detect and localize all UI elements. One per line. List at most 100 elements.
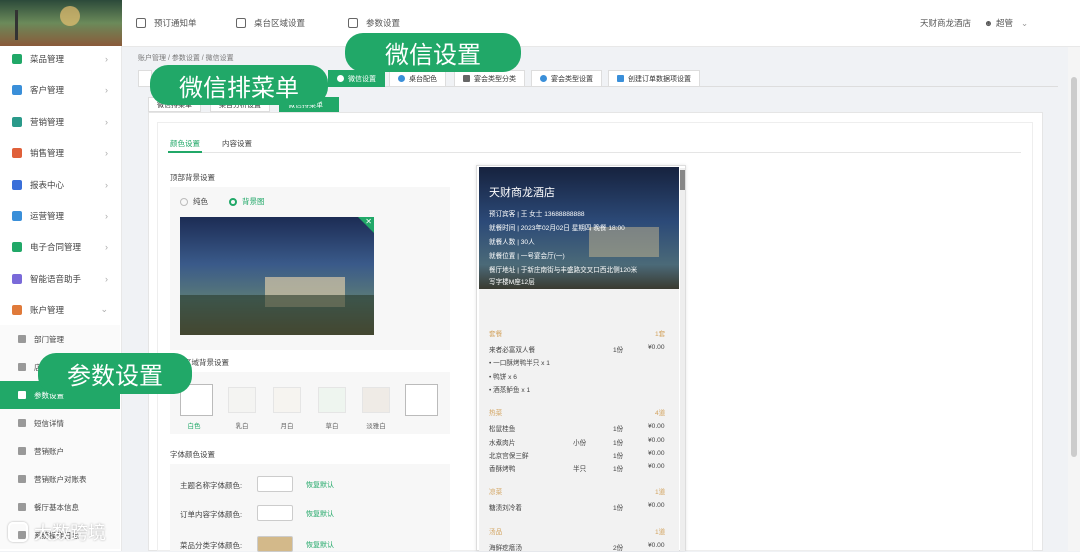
preview-dish-qty: 1份 bbox=[613, 505, 624, 513]
sidebar-subitem[interactable]: 餐厅基本信息 bbox=[0, 493, 120, 521]
subitem-icon bbox=[18, 391, 26, 399]
sidebar-item-label: 菜品管理 bbox=[30, 53, 65, 64]
reset-default-link[interactable]: 恢复默认 bbox=[306, 509, 334, 519]
sidebar-item[interactable]: 运营管理 › bbox=[0, 200, 120, 231]
tab-content-settings[interactable]: 内容设置 bbox=[222, 138, 252, 149]
sidebar-item[interactable]: 智能语音助手 › bbox=[0, 263, 120, 294]
swatch-label: 月白 bbox=[280, 423, 294, 430]
sidebar-item[interactable]: 报表中心 › bbox=[0, 169, 120, 200]
nav-label: 预订通知单 bbox=[154, 18, 197, 28]
tab-wechat-settings[interactable]: 微信设置 bbox=[328, 70, 385, 87]
page-scrollbar[interactable] bbox=[1068, 47, 1080, 551]
color-swatch[interactable] bbox=[318, 387, 346, 413]
preview-dish-price: ¥0.00 bbox=[648, 436, 665, 444]
preview-dish-name: 来者必富双人餐 bbox=[489, 347, 536, 354]
menu-icon bbox=[12, 116, 22, 127]
subitem-icon bbox=[18, 475, 26, 483]
user-menu[interactable]: ☻ 超管 ⌄ bbox=[984, 17, 1028, 29]
subitem-icon bbox=[18, 419, 26, 427]
sidebar-item-label: 销售管理 bbox=[30, 147, 65, 158]
sidebar-item[interactable]: 菜品管理 › bbox=[0, 43, 120, 74]
preview-info-line: 就餐人数 | 30人 bbox=[489, 239, 535, 246]
color-swatch[interactable] bbox=[273, 387, 301, 413]
nav-param-settings[interactable]: 参数设置 bbox=[348, 17, 400, 29]
radio-solid[interactable]: 纯色 bbox=[180, 196, 208, 207]
menu-icon bbox=[12, 273, 22, 284]
top-bg-label: 顶部背景设置 bbox=[170, 173, 215, 182]
tab-color-settings[interactable]: 颜色设置 bbox=[170, 138, 200, 149]
reset-default-link[interactable]: 恢复默认 bbox=[306, 540, 334, 550]
sidebar-subitem-label: 营销账户对账表 bbox=[34, 474, 87, 484]
tab-divider bbox=[168, 152, 1021, 153]
color-swatch[interactable] bbox=[405, 384, 438, 416]
breadcrumb: 账户管理 / 参数设置 / 微信设置 bbox=[138, 55, 234, 62]
color-picker-input[interactable] bbox=[257, 505, 293, 521]
bell-icon bbox=[136, 18, 146, 28]
preview-dish-qty: 1份 bbox=[613, 426, 624, 434]
chevron-right-icon: › bbox=[105, 116, 108, 127]
preview-info-line: 就餐位置 | 一号宴会厅(一) bbox=[489, 253, 565, 260]
tab-label: 宴会类型设置 bbox=[551, 75, 593, 83]
sidebar-subitem[interactable]: 部门管理 bbox=[0, 325, 120, 353]
tab-banquet-type[interactable]: 宴会类型设置 bbox=[531, 70, 602, 87]
radio-label: 纯色 bbox=[193, 197, 208, 206]
tab-label: 创建订单数据项设置 bbox=[628, 75, 691, 83]
preview-dish-price: ¥0.00 bbox=[648, 463, 665, 471]
sidebar-subitem-label: 部门管理 bbox=[34, 334, 64, 344]
preview-category-count: 4道 bbox=[655, 410, 666, 418]
subitem-icon bbox=[18, 503, 26, 511]
swatch-label: 淡雅白 bbox=[366, 423, 386, 430]
sidebar-item[interactable]: 营销管理 › bbox=[0, 106, 120, 137]
nav-label: 参数设置 bbox=[366, 18, 401, 28]
sidebar-item[interactable]: 电子合同管理 › bbox=[0, 231, 120, 262]
tab-order-fields[interactable]: 创建订单数据项设置 bbox=[608, 70, 700, 87]
chevron-down-icon: ⌄ bbox=[100, 304, 108, 314]
chevron-right-icon: › bbox=[105, 84, 108, 95]
table-icon bbox=[236, 18, 246, 28]
grid-icon bbox=[463, 75, 470, 82]
font-color-row-label: 主题名称字体颜色: bbox=[180, 481, 243, 490]
sidebar-subitem-label: 短信详情 bbox=[34, 418, 64, 428]
subitem-icon bbox=[18, 447, 26, 455]
sidebar-item[interactable]: 账户管理 ⌄ bbox=[0, 294, 120, 325]
nav-table-area-settings[interactable]: 桌台区域设置 bbox=[236, 17, 305, 29]
radio-circle-checked bbox=[229, 198, 237, 207]
sidebar-item[interactable]: 销售管理 › bbox=[0, 137, 120, 168]
preview-dish-name: • 一口酥烤鸭半只 x 1 bbox=[489, 360, 550, 368]
reset-default-link[interactable]: 恢复默认 bbox=[306, 480, 334, 490]
gear-icon bbox=[540, 75, 547, 82]
preview-dish-name: 松鼠桂鱼 bbox=[489, 426, 516, 434]
close-icon[interactable]: ✕ bbox=[365, 217, 372, 226]
color-picker-input[interactable] bbox=[257, 536, 293, 552]
preview-dish-qty: 2份 bbox=[613, 544, 624, 552]
preview-dish-price: ¥0.00 bbox=[648, 423, 665, 431]
menu-icon bbox=[12, 304, 22, 315]
preview-info-line: 餐厅地址 | 于新庄南街与丰盛路交叉口西北侧120米 bbox=[489, 267, 638, 274]
tab-table-colors[interactable]: 桌台配色 bbox=[389, 70, 446, 87]
color-swatch[interactable] bbox=[228, 387, 256, 413]
preview-category-count: 1道 bbox=[655, 528, 666, 536]
chevron-right-icon: › bbox=[105, 179, 108, 190]
color-picker-input[interactable] bbox=[257, 476, 293, 492]
watermark: 大数跨境 bbox=[8, 519, 106, 545]
preview-title: 天财商龙酒店 bbox=[489, 187, 555, 199]
user-icon: ☻ bbox=[984, 18, 993, 28]
sidebar-subitem[interactable]: 营销账户对账表 bbox=[0, 465, 120, 493]
preview-scrollbar[interactable] bbox=[680, 168, 685, 551]
preview-category: 套餐 bbox=[489, 331, 503, 338]
font-color-row-label: 订单内容字体颜色: bbox=[180, 510, 243, 519]
watermark-text: 大数跨境 bbox=[34, 523, 106, 543]
nav-reservation-notice[interactable]: 预订通知单 bbox=[136, 17, 197, 29]
font-color-box bbox=[170, 464, 450, 551]
radio-image[interactable]: 背景图 bbox=[229, 196, 265, 207]
preview-category-count: 1道 bbox=[655, 489, 666, 497]
preview-dish-name: 水煮肉片 bbox=[489, 439, 516, 447]
wechat-icon bbox=[337, 75, 344, 82]
sidebar-subitem[interactable]: 短信详情 bbox=[0, 409, 120, 437]
sidebar-item[interactable]: 客户管理 › bbox=[0, 74, 120, 105]
tab-banquet-category[interactable]: 宴会类型分类 bbox=[454, 70, 525, 87]
preview-category: 凉菜 bbox=[489, 489, 503, 497]
background-image-preview[interactable]: ✕ bbox=[180, 217, 374, 335]
color-swatch[interactable] bbox=[362, 387, 390, 413]
sidebar-subitem[interactable]: 营销账户 bbox=[0, 437, 120, 465]
